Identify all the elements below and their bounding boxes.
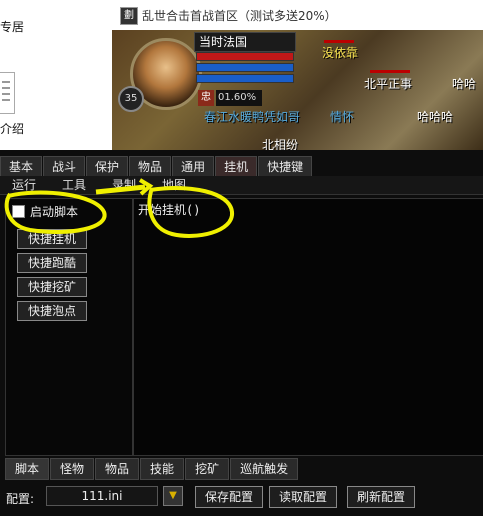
window-title: 乱世合击首战首区（测试多送20%） (142, 9, 337, 23)
tab-protect[interactable]: 保护 (86, 156, 129, 177)
script-editor[interactable]: 开始挂机() (133, 198, 483, 456)
npc-name[interactable]: 没依靠 (322, 44, 358, 61)
loyalty-icon: 忠 (198, 90, 214, 106)
stamina-bar (196, 74, 294, 83)
dropdown-arrow-icon[interactable]: ▼ (163, 486, 183, 506)
subtab-record[interactable]: 录制 (112, 176, 136, 194)
btab-patrol-trigger[interactable]: 巡航触发 (230, 458, 299, 480)
quick-afk-button[interactable]: 快捷泡点 (17, 301, 87, 321)
document-icon[interactable] (0, 72, 15, 114)
npc-name[interactable]: 哈哈哈 (417, 108, 453, 125)
tab-basic[interactable]: 基本 (0, 156, 43, 177)
btab-skills[interactable]: 技能 (140, 458, 185, 480)
settings-panel: 基本 战斗 保护 物品 通用 挂机 快捷键 运行 工具 录制 地图 启动脚本 快… (0, 150, 483, 516)
subtab-tools[interactable]: 工具 (62, 176, 86, 194)
window-titlebar[interactable]: 劃 乱世合击首战首区（测试多送20%） (112, 0, 483, 31)
load-config-button[interactable]: 读取配置 (269, 486, 337, 508)
btab-script[interactable]: 脚本 (5, 458, 50, 480)
quick-mining-button[interactable]: 快捷挖矿 (17, 277, 87, 297)
npc-name[interactable]: 春江水暖鸭凭如哥 (204, 108, 300, 125)
tab-combat[interactable]: 战斗 (43, 156, 86, 177)
quick-autoplay-button[interactable]: 快捷挂机 (17, 229, 87, 249)
hp-bar (196, 52, 294, 61)
start-script-label[interactable]: 启动脚本 (30, 203, 78, 220)
npc-name[interactable]: 北相纷 (262, 136, 298, 150)
quick-parkour-button[interactable]: 快捷跑酷 (17, 253, 87, 273)
tab-general[interactable]: 通用 (172, 156, 215, 177)
tab-autoplay[interactable]: 挂机 (215, 156, 258, 177)
tab-hotkeys[interactable]: 快捷键 (258, 156, 313, 177)
start-script-checkbox[interactable] (12, 205, 25, 218)
level-badge: 35 (118, 86, 144, 112)
subtab-run[interactable]: 运行 (12, 176, 36, 194)
desktop-area: 专居 介绍 (0, 0, 112, 160)
refresh-config-button[interactable]: 刷新配置 (347, 486, 415, 508)
npc-name[interactable]: 情怀 (330, 108, 354, 125)
game-viewport[interactable]: 35 当时法国 忠 01.60% 没依靠 北平正事 哈哈 春江水暖鸭凭如哥 情怀… (112, 30, 483, 150)
app-icon: 劃 (120, 7, 138, 25)
exp-percent: 01.60% (216, 90, 262, 106)
desktop-icon-label[interactable]: 专居 (0, 18, 24, 35)
desktop-icon-label[interactable]: 介绍 (0, 120, 24, 137)
main-tabs: 基本 战斗 保护 物品 通用 挂机 快捷键 (0, 156, 313, 177)
subtab-map[interactable]: 地图 (162, 176, 186, 194)
save-config-button[interactable]: 保存配置 (195, 486, 263, 508)
player-name: 当时法国 (194, 32, 296, 52)
script-line[interactable]: 开始挂机() (138, 201, 200, 218)
bottom-tabs: 脚本 怪物 物品 技能 挖矿 巡航触发 (5, 458, 299, 480)
config-select[interactable]: 111.ini (46, 486, 158, 506)
tab-items[interactable]: 物品 (129, 156, 172, 177)
script-controls: 启动脚本 快捷挂机 快捷跑酷 快捷挖矿 快捷泡点 (5, 198, 133, 456)
npc-name[interactable]: 北平正事 (364, 75, 412, 92)
config-label: 配置: (6, 492, 35, 506)
npc-name[interactable]: 哈哈 (452, 75, 476, 92)
config-row: 配置: 111.ini ▼ 保存配置 读取配置 刷新配置 (0, 482, 483, 512)
btab-monsters[interactable]: 怪物 (50, 458, 95, 480)
btab-mining[interactable]: 挖矿 (185, 458, 230, 480)
mp-bar (196, 63, 294, 72)
sub-tabs: 运行 工具 录制 地图 (0, 176, 483, 195)
btab-items[interactable]: 物品 (95, 458, 140, 480)
